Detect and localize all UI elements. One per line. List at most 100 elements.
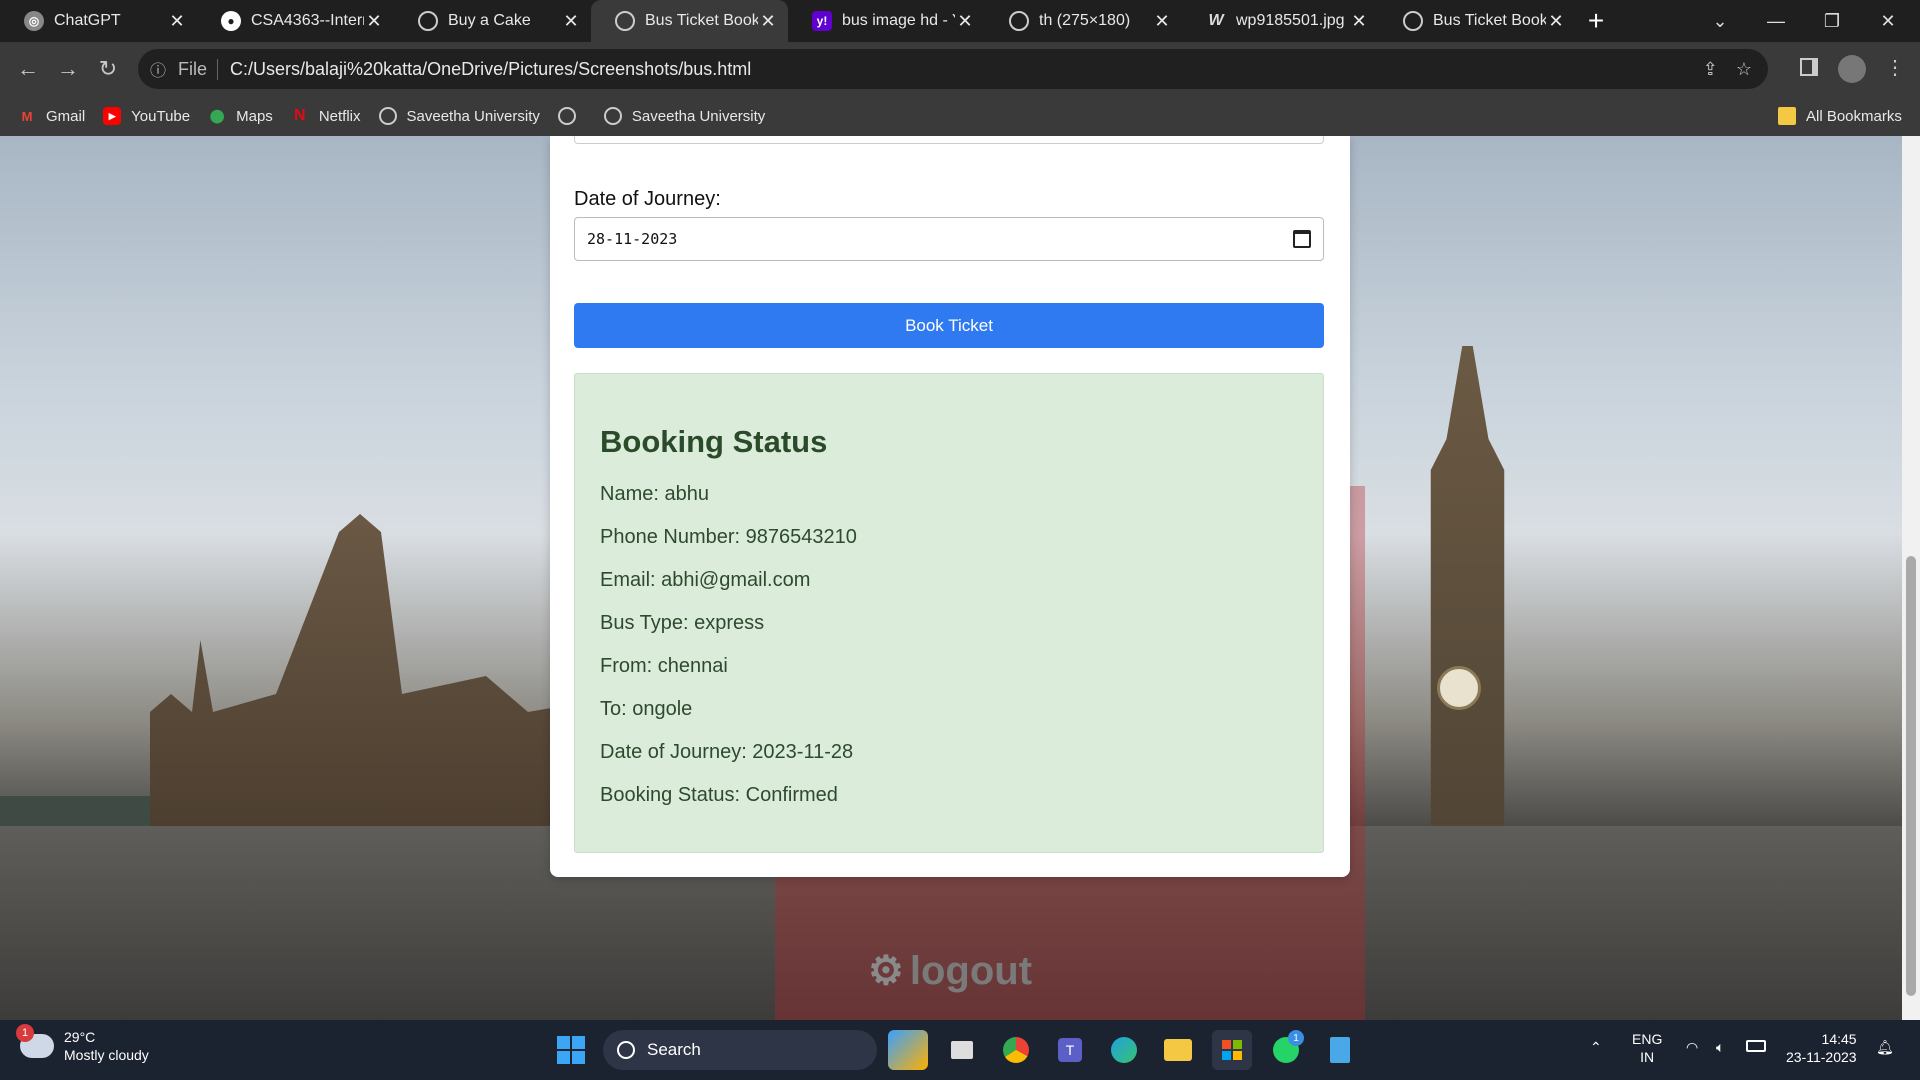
file-explorer-icon[interactable] bbox=[1158, 1030, 1198, 1070]
status-to: To: ongole bbox=[600, 698, 693, 720]
bookmark-saveetha-1[interactable]: Saveetha University bbox=[378, 107, 540, 125]
teams-icon[interactable]: T bbox=[1050, 1030, 1090, 1070]
restore-icon[interactable]: ❐ bbox=[1804, 0, 1860, 42]
tab-yahoo-search[interactable]: y! bus image hd - Y ✕ bbox=[788, 0, 985, 42]
bookmark-label: Gmail bbox=[46, 107, 86, 125]
close-icon[interactable]: ✕ bbox=[1152, 11, 1172, 32]
bookmark-saveetha-2[interactable]: Saveetha University bbox=[603, 107, 766, 125]
close-icon[interactable]: ✕ bbox=[167, 11, 187, 32]
close-icon[interactable]: ✕ bbox=[758, 11, 778, 32]
bookmark-gmail[interactable]: M Gmail bbox=[18, 107, 86, 125]
lang-line1: ENG bbox=[1632, 1031, 1663, 1047]
status-from: From: chennai bbox=[600, 655, 728, 677]
windows-start-icon[interactable] bbox=[551, 1030, 591, 1070]
date-value: 28-11-2023 bbox=[587, 230, 678, 248]
whatsapp-icon[interactable]: 1 bbox=[1266, 1030, 1306, 1070]
bookmark-label: YouTube bbox=[131, 107, 191, 125]
scrollbar-thumb[interactable] bbox=[1906, 556, 1916, 996]
tab-title: Buy a Cake bbox=[448, 12, 531, 29]
new-tab-button[interactable]: + bbox=[1576, 0, 1616, 42]
close-icon[interactable]: ✕ bbox=[1546, 11, 1566, 32]
globe-icon bbox=[378, 107, 397, 125]
bookmark-unnamed[interactable] bbox=[557, 107, 586, 125]
bookmark-label: Saveetha University bbox=[631, 107, 766, 125]
chevron-up-icon[interactable]: ⌃ bbox=[1590, 1038, 1602, 1056]
clock-face bbox=[1437, 666, 1481, 710]
tab-title: CSA4363--Interr bbox=[251, 12, 364, 29]
tab-title: Bus Ticket Bookir bbox=[645, 12, 758, 29]
yahoo-icon: y! bbox=[812, 11, 832, 31]
bookmark-label: Maps bbox=[236, 107, 273, 125]
bookmark-youtube[interactable]: ▶ YouTube bbox=[103, 107, 190, 125]
status-bus-type: Bus Type: express bbox=[600, 612, 765, 634]
all-bookmarks[interactable]: All Bookmarks bbox=[1778, 107, 1902, 125]
search-label: Search bbox=[647, 1040, 701, 1059]
book-ticket-button[interactable]: Book Ticket bbox=[574, 303, 1324, 348]
tab-image-th[interactable]: th (275×180) ✕ bbox=[985, 0, 1182, 42]
back-arrow-icon[interactable]: ← bbox=[8, 49, 48, 89]
tab-title: th (275×180) bbox=[1039, 12, 1131, 29]
close-icon[interactable]: ✕ bbox=[955, 11, 975, 32]
bookmark-maps[interactable]: ⬤ Maps bbox=[208, 107, 273, 125]
status-confirmation: Booking Status: Confirmed bbox=[600, 784, 838, 806]
previous-input-field[interactable] bbox=[574, 136, 1324, 144]
language-indicator[interactable]: ENG IN bbox=[1632, 1030, 1662, 1066]
battery-icon[interactable] bbox=[1746, 1040, 1766, 1052]
url-text[interactable]: C:/Users/balaji%20katta/OneDrive/Picture… bbox=[230, 59, 751, 80]
bookmark-netflix[interactable]: N Netflix bbox=[291, 107, 360, 125]
notification-bell-icon[interactable]: 🔔︎ bbox=[1876, 1038, 1894, 1056]
copilot-icon[interactable] bbox=[888, 1030, 928, 1070]
notepad-icon[interactable] bbox=[1320, 1030, 1360, 1070]
wifi-icon[interactable]: ◠ bbox=[1686, 1038, 1698, 1056]
tab-buy-a-cake[interactable]: Buy a Cake ✕ bbox=[394, 0, 591, 42]
minimize-icon[interactable]: — bbox=[1748, 0, 1804, 42]
avatar[interactable] bbox=[1838, 55, 1866, 83]
booking-form-card: Date of Journey: 28-11-2023 Book Ticket … bbox=[550, 136, 1350, 877]
tab-wallpaper[interactable]: W wp9185501.jpg ( ✕ bbox=[1182, 0, 1379, 42]
more-menu-icon[interactable]: ⋮ bbox=[1885, 55, 1905, 80]
edge-icon[interactable] bbox=[1104, 1030, 1144, 1070]
info-icon[interactable]: ⓘ bbox=[138, 57, 178, 81]
logout-link[interactable]: ⚙ logout bbox=[868, 948, 1032, 994]
scheme-label: File bbox=[178, 58, 219, 80]
volume-icon[interactable]: 🔈︎ bbox=[1716, 1038, 1724, 1056]
share-icon[interactable]: ⇪ bbox=[1703, 59, 1718, 80]
tab-bus-ticket-active[interactable]: Bus Ticket Bookir ✕ bbox=[591, 0, 788, 42]
task-view-icon[interactable] bbox=[942, 1030, 982, 1070]
microsoft-store-icon[interactable] bbox=[1212, 1030, 1252, 1070]
chrome-icon[interactable] bbox=[996, 1030, 1036, 1070]
bookmark-star-icon[interactable]: ☆ bbox=[1736, 59, 1752, 80]
window-close-icon[interactable]: ✕ bbox=[1860, 0, 1916, 42]
tab-title: Bus Ticket Bookir bbox=[1433, 12, 1546, 29]
bookmarks-bar: M Gmail ▶ YouTube ⬤ Maps N Netflix Savee… bbox=[0, 96, 1920, 136]
tab-github[interactable]: ● CSA4363--Interr ✕ bbox=[197, 0, 394, 42]
clock[interactable]: 14:45 23-11-2023 bbox=[1786, 1030, 1857, 1066]
booking-status-panel: Booking Status Name: abhu Phone Number: … bbox=[574, 373, 1324, 853]
close-icon[interactable]: ✕ bbox=[1349, 11, 1369, 32]
forward-arrow-icon[interactable]: → bbox=[48, 49, 88, 89]
tab-search-chevron-icon[interactable]: ⌄ bbox=[1692, 0, 1748, 42]
tab-bus-ticket-2[interactable]: Bus Ticket Bookir ✕ bbox=[1379, 0, 1576, 42]
chatgpt-icon: ◎ bbox=[24, 11, 44, 31]
date-of-journey-input[interactable]: 28-11-2023 bbox=[574, 217, 1324, 261]
status-phone: Phone Number: 9876543210 bbox=[600, 526, 857, 548]
lang-line2: IN bbox=[1640, 1049, 1655, 1065]
reload-icon[interactable]: ↻ bbox=[88, 49, 128, 89]
search-icon bbox=[617, 1041, 635, 1059]
address-bar[interactable]: ⓘ File C:/Users/balaji%20katta/OneDrive/… bbox=[138, 49, 1768, 89]
all-bookmarks-label: All Bookmarks bbox=[1806, 107, 1902, 125]
whatsapp-badge: 1 bbox=[1288, 1030, 1304, 1046]
weather-widget[interactable]: 1 29°C Mostly cloudy bbox=[16, 1024, 149, 1064]
tab-chatgpt[interactable]: ◎ ChatGPT ✕ bbox=[0, 0, 197, 42]
side-panel-icon[interactable] bbox=[1800, 58, 1818, 76]
calendar-icon[interactable] bbox=[1293, 230, 1311, 248]
page-scrollbar[interactable] bbox=[1902, 136, 1920, 1020]
netflix-icon: N bbox=[294, 107, 306, 124]
bookmark-label: Saveetha University bbox=[406, 107, 540, 125]
youtube-icon: ▶ bbox=[103, 107, 122, 125]
close-icon[interactable]: ✕ bbox=[561, 11, 581, 32]
windows-taskbar: 1 29°C Mostly cloudy Search T 1 ⌃ ENG IN… bbox=[0, 1020, 1920, 1080]
taskbar-search[interactable]: Search bbox=[603, 1030, 877, 1070]
close-icon[interactable]: ✕ bbox=[364, 11, 384, 32]
date-of-journey-label: Date of Journey: bbox=[574, 188, 721, 210]
